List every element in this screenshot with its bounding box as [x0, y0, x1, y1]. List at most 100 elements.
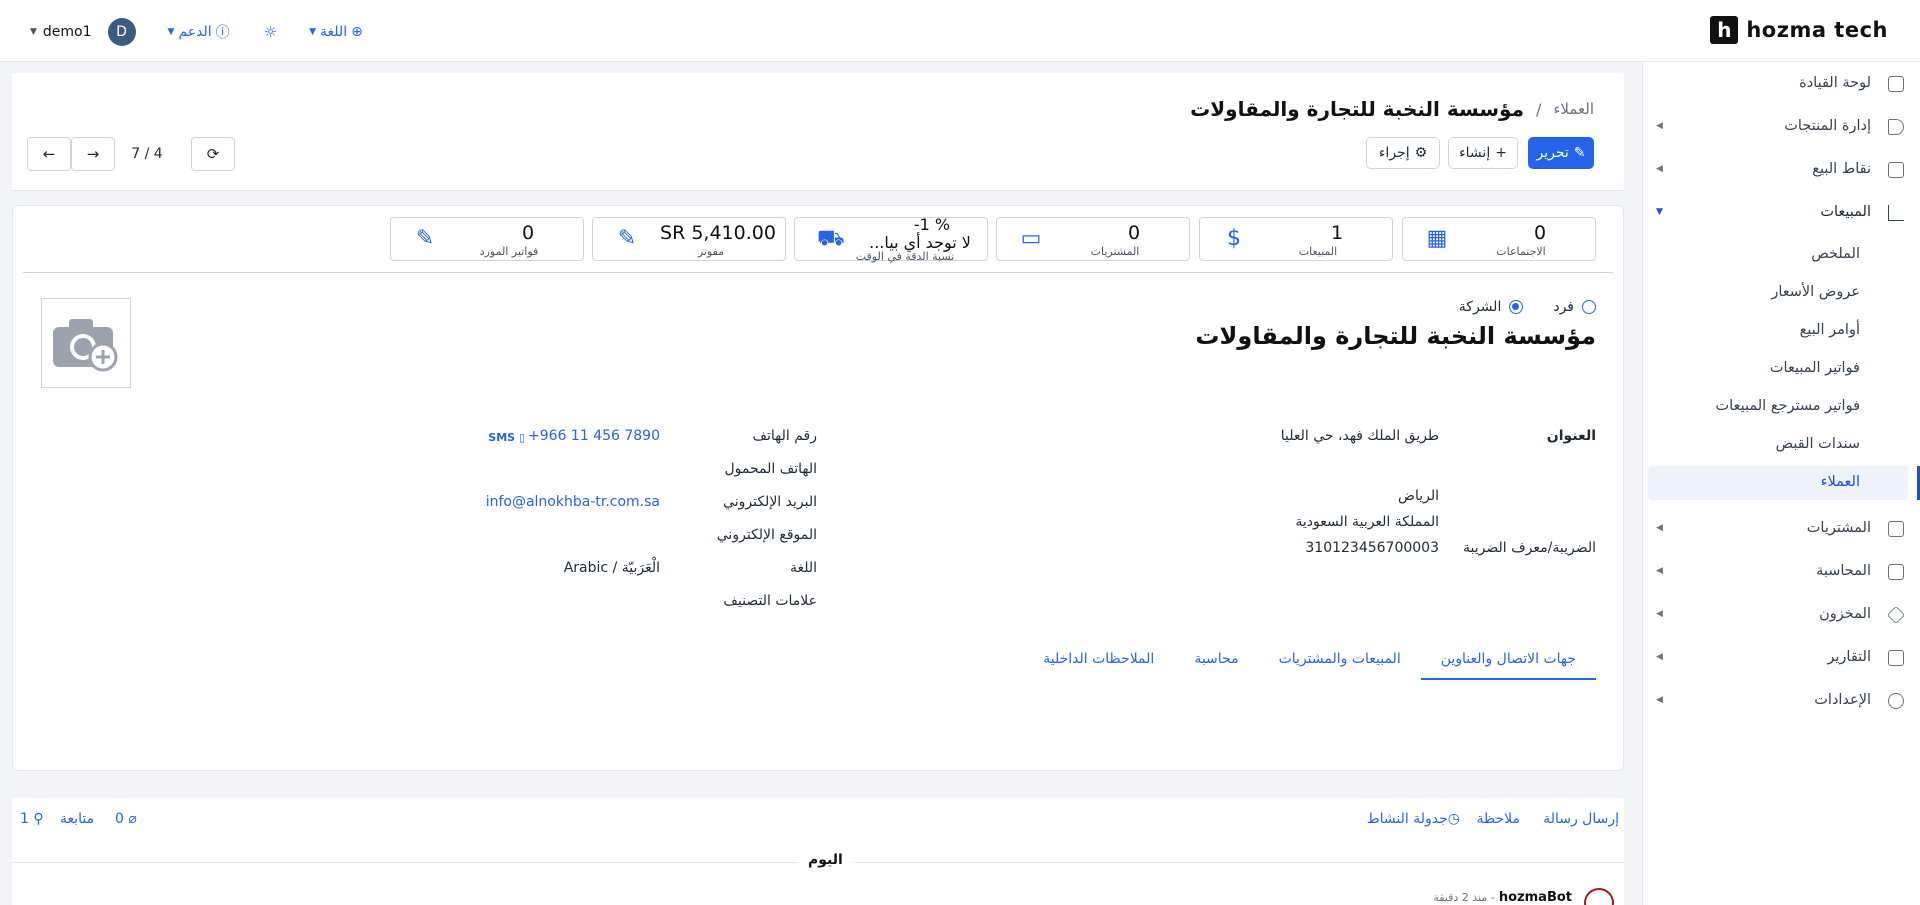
attachments-button[interactable]: 0 ⌀: [115, 811, 137, 827]
sidebar: لوحة القيادة إدارة المنتجات ◀ نقاط البيع…: [1642, 62, 1920, 905]
tag-icon: [1888, 119, 1904, 135]
arrow-right-icon: →: [86, 145, 100, 163]
stat-button-invoiced[interactable]: ✎ SR 5,410.00 مفوتر: [592, 217, 786, 261]
sidebar-item-pos[interactable]: نقاط البيع ◀: [1642, 150, 1920, 190]
stat-label: فواتير المورد: [479, 245, 539, 258]
address-street[interactable]: طريق الملك فهد، حي العليا: [1281, 428, 1439, 444]
sidebar-sub-receipts[interactable]: سندات القبض: [1648, 428, 1908, 462]
tab-contacts-addresses[interactable]: جهات الاتصال والعناوين: [1420, 646, 1596, 680]
follow-button[interactable]: متابعة: [60, 811, 94, 827]
sidebar-item-accounting[interactable]: المحاسبة ◀: [1642, 552, 1920, 592]
sidebar-item-inventory[interactable]: المخزون ◀: [1642, 595, 1920, 635]
sidebar-sub-quotations[interactable]: عروض الأسعار: [1648, 276, 1908, 310]
refresh-button[interactable]: ⟳: [191, 137, 235, 171]
radio-company-label: الشركة: [1458, 299, 1502, 315]
sidebar-sub-label: سندات القبض: [1775, 436, 1860, 452]
store-icon: [1888, 162, 1904, 178]
sidebar-sub-summary[interactable]: الملخص: [1648, 238, 1908, 272]
sidebar-sub-refund-invoices[interactable]: فواتير مسترجع المبيعات: [1648, 390, 1908, 424]
sidebar-item-dashboard[interactable]: لوحة القيادة: [1642, 64, 1920, 104]
stat-button-meetings[interactable]: ▦ 0 الاجتماعات: [1402, 217, 1596, 261]
user-name[interactable]: demo1: [43, 24, 92, 40]
upload-photo[interactable]: [41, 298, 131, 388]
expand-caret-icon: ◀: [1656, 523, 1663, 533]
phone-value[interactable]: +966 11 456 7890: [528, 428, 660, 444]
brand-mark-icon: h: [1710, 16, 1739, 44]
edit-button[interactable]: ✎ تحرير: [1528, 137, 1594, 169]
refresh-icon: ⟳: [206, 145, 220, 163]
sidebar-item-label: نقاط البيع: [1812, 161, 1871, 177]
camera-plus-icon: [53, 319, 118, 372]
stat-button-sales[interactable]: $ 1 المبيعات: [1199, 217, 1393, 261]
sidebar-item-products[interactable]: إدارة المنتجات ◀: [1642, 107, 1920, 147]
tab-accounting[interactable]: محاسبة: [1174, 646, 1258, 680]
support-menu[interactable]: ▼ الدعم ⓘ: [168, 22, 230, 42]
expand-caret-icon: ◀: [1656, 652, 1663, 662]
sidebar-sub-customers[interactable]: العملاء: [1648, 466, 1920, 500]
help-circle-icon: ⓘ: [215, 25, 230, 41]
create-button-label: إنشاء: [1459, 145, 1491, 161]
create-button[interactable]: + إنشاء: [1448, 137, 1518, 169]
person-icon: ⚲: [33, 811, 44, 827]
sidebar-sub-label: عروض الأسعار: [1771, 284, 1860, 300]
sidebar-item-sales[interactable]: المبيعات ▼: [1642, 193, 1920, 233]
tab-sales-purchases[interactable]: المبيعات والمشتريات: [1259, 646, 1421, 680]
top-bar: ▼ demo1 D ▼ الدعم ⓘ ☼ ▼ اللغة ⊕ h hozma …: [0, 0, 1920, 62]
pencil-icon: ✎: [1573, 145, 1586, 161]
sidebar-item-label: المحاسبة: [1816, 563, 1871, 579]
tax-id-label: الضريبة/معرف الضريبة: [1463, 540, 1596, 556]
user-menu-caret-icon[interactable]: ▼: [30, 27, 37, 37]
stat-divider: [23, 272, 1613, 273]
stat-label: الاجتماعات: [1496, 245, 1546, 258]
mobile-label: الهاتف المحمول: [724, 461, 818, 477]
sidebar-sub-sales-orders[interactable]: أوامر البيع: [1648, 314, 1908, 348]
sms-button[interactable]: SMS ▯: [488, 431, 525, 444]
stat-button-on-time-rate[interactable]: ⛟ -1 % لا توجد أي بيا... نسبة الدقة في ا…: [794, 215, 988, 263]
phone-label: رقم الهاتف: [752, 428, 817, 444]
address-country[interactable]: المملكة العربية السعودية: [1295, 514, 1439, 530]
send-message-button[interactable]: إرسال رسالة: [1543, 811, 1619, 827]
next-record-button[interactable]: →: [71, 137, 115, 171]
sidebar-item-purchases[interactable]: المشتريات ◀: [1642, 509, 1920, 549]
brand-logo[interactable]: h hozma tech: [1710, 16, 1888, 44]
report-icon: [1888, 650, 1904, 666]
date-separator-label: اليوم: [798, 852, 853, 868]
email-value[interactable]: info@alnokhba-tr.com.sa: [486, 494, 660, 510]
theme-toggle-sun-icon[interactable]: ☼: [264, 23, 277, 41]
credit-card-icon: ▭: [1020, 226, 1042, 251]
pencil-icon: ✎: [617, 226, 637, 251]
action-button[interactable]: ⚙ إجراء: [1366, 137, 1440, 169]
sidebar-item-reports[interactable]: التقارير ◀: [1642, 638, 1920, 678]
tax-id-value[interactable]: 310123456700003: [1305, 540, 1439, 556]
pager-counter[interactable]: 7 / 4: [115, 137, 179, 171]
sidebar-sub-sales-invoices[interactable]: فواتير المبيعات: [1648, 352, 1908, 386]
stat-value: 0: [1127, 222, 1141, 244]
record-name[interactable]: مؤسسة النخبة للتجارة والمقاولات: [1195, 322, 1596, 350]
breadcrumb-parent[interactable]: العملاء: [1553, 100, 1594, 118]
stat-button-vendor-bills[interactable]: ✎ 0 فواتير المورد: [390, 217, 584, 261]
radio-company[interactable]: [1509, 300, 1524, 314]
message-author-name: hozmaBot: [1498, 890, 1572, 905]
previous-record-button[interactable]: ←: [27, 137, 71, 171]
action-button-label: إجراء: [1378, 145, 1410, 161]
tab-internal-notes[interactable]: الملاحظات الداخلية: [1023, 646, 1174, 680]
stat-label: المشتريات: [1090, 245, 1140, 258]
log-note-button[interactable]: ملاحظة: [1477, 811, 1521, 827]
language-menu[interactable]: ▼ اللغة ⊕: [309, 24, 363, 40]
followers-button[interactable]: 1 ⚲: [20, 811, 44, 827]
expand-caret-icon: ◀: [1656, 164, 1663, 174]
schedule-activity-button[interactable]: ◷جدولة النشاط: [1367, 811, 1460, 827]
box-icon: [1886, 605, 1906, 625]
stat-button-purchases[interactable]: ▭ 0 المشتريات: [996, 217, 1190, 261]
ledger-icon: [1888, 564, 1904, 580]
language-value[interactable]: Arabic / الْعَرَبيّة: [564, 560, 660, 576]
sidebar-item-label: إدارة المنتجات: [1784, 118, 1871, 134]
support-label: الدعم: [178, 24, 212, 40]
language-label: اللغة: [320, 24, 348, 40]
sidebar-item-settings[interactable]: الإعدادات ◀: [1642, 681, 1920, 721]
radio-individual[interactable]: [1582, 300, 1596, 314]
address-city[interactable]: الرياض: [1398, 488, 1439, 504]
gear-icon: [1888, 693, 1904, 709]
avatar[interactable]: D: [107, 18, 136, 46]
sidebar-sub-label: أوامر البيع: [1799, 322, 1860, 338]
